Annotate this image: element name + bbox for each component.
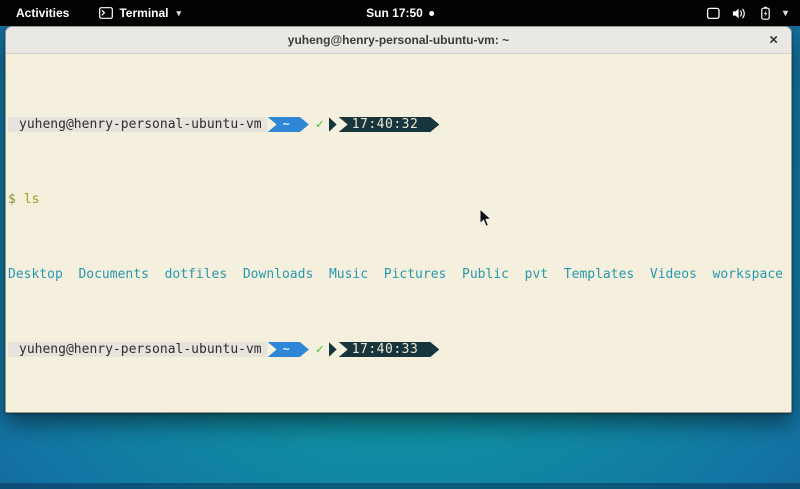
activities-button[interactable]: Activities (12, 4, 73, 22)
clock-button[interactable]: Sun 17:50 (366, 6, 434, 20)
directory-entry: dotfiles (165, 267, 228, 282)
desktop-background: Activities Terminal ▾ Sun 17:50 (0, 0, 800, 489)
notification-dot (429, 11, 434, 16)
prompt-path-segment: ~ (268, 117, 309, 132)
directory-entry: Music (329, 267, 368, 282)
chevron-down-icon: ▾ (783, 8, 788, 19)
prompt-time-segment: 17:40:33 (339, 342, 440, 357)
clock-label: Sun 17:50 (366, 6, 423, 20)
prompt-line-2: yuheng@henry-personal-ubuntu-vm ~ ✓ 17:4… (8, 342, 789, 357)
directory-entry: Pictures (384, 267, 447, 282)
prompt-dollar: $ (8, 192, 16, 207)
window-title: yuheng@henry-personal-ubuntu-vm: ~ (288, 33, 509, 47)
typed-command: ls (24, 192, 40, 207)
directory-entry: Templates (564, 267, 634, 282)
directory-entry: Documents (78, 267, 148, 282)
prompt-user-host: yuheng@henry-personal-ubuntu-vm (8, 342, 267, 357)
directory-entry: Public (462, 267, 509, 282)
system-status-menu[interactable]: ▾ (702, 0, 792, 26)
close-icon[interactable]: × (769, 33, 778, 48)
prompt-path: ~ (283, 342, 290, 357)
terminal-content[interactable]: yuheng@henry-personal-ubuntu-vm ~ ✓ 17:4… (6, 54, 791, 412)
terminal-icon (99, 7, 113, 19)
directory-entry: Downloads (243, 267, 313, 282)
directory-entry: workspace (713, 267, 783, 282)
chevron-down-icon: ▾ (176, 8, 181, 19)
powerline-arrow-icon (329, 342, 337, 357)
display-icon (706, 7, 721, 20)
directory-entry: pvt (525, 267, 548, 282)
prompt-path: ~ (283, 117, 290, 132)
window-titlebar[interactable]: yuheng@henry-personal-ubuntu-vm: ~ × (6, 27, 791, 54)
check-icon: ✓ (316, 342, 324, 357)
command-line: $ ls (8, 192, 789, 207)
prompt-user-host: yuheng@henry-personal-ubuntu-vm (8, 117, 267, 132)
top-bar: Activities Terminal ▾ Sun 17:50 (0, 0, 800, 26)
prompt-time-segment: 17:40:32 (339, 117, 440, 132)
directory-entry: Desktop (8, 267, 63, 282)
prompt-time: 17:40:32 (352, 117, 419, 132)
prompt-line-1: yuheng@henry-personal-ubuntu-vm ~ ✓ 17:4… (8, 117, 789, 132)
app-menu-label: Terminal (119, 6, 168, 20)
app-menu-terminal[interactable]: Terminal ▾ (99, 6, 181, 20)
volume-icon (732, 7, 748, 20)
prompt-time: 17:40:33 (352, 342, 419, 357)
directory-entry: Videos (650, 267, 697, 282)
check-icon: ✓ (316, 117, 324, 132)
prompt-path-segment: ~ (268, 342, 309, 357)
battery-charging-icon (759, 6, 772, 20)
powerline-arrow-icon (329, 117, 337, 132)
terminal-window: yuheng@henry-personal-ubuntu-vm: ~ × yuh… (5, 26, 792, 413)
ls-output-line: Desktop Documents dotfiles Downloads Mus… (8, 267, 789, 282)
